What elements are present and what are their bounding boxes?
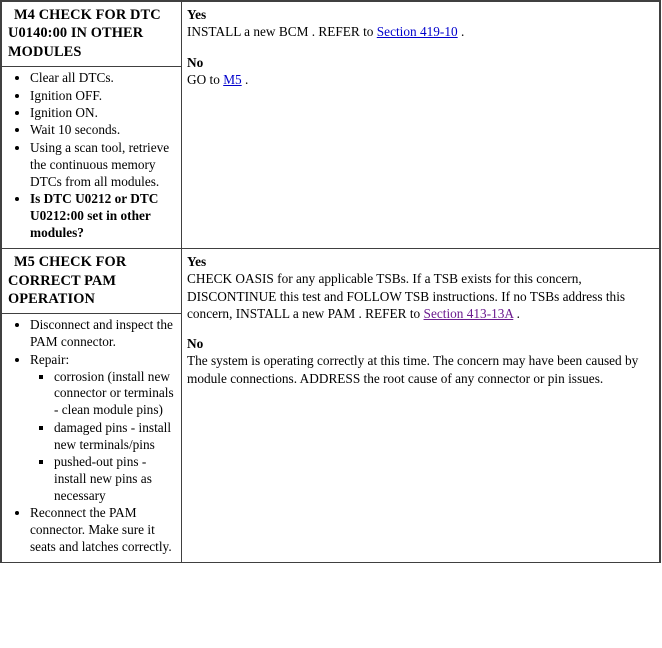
step-body-row: Clear all DTCs. Ignition OFF. Ignition O… [2,67,181,248]
sub-list-item: damaged pins - install new terminals/pin… [54,420,175,454]
step-instructions-m4: Clear all DTCs. Ignition OFF. Ignition O… [2,67,181,248]
list-item: Wait 10 seconds. [30,122,175,139]
step-header-row: M5 CHECK FOR CORRECT PAM OPERATION [2,249,181,315]
step-body-cell: Clear all DTCs. Ignition OFF. Ignition O… [2,67,181,248]
result-block-m4: Yes INSTALL a new BCM . REFER to Section… [182,2,659,94]
table-row: M4 CHECK FOR DTC U0140:00 IN OTHER MODUL… [0,0,661,250]
step-id-m4: M4 [14,7,35,23]
outcome-text-yes-after: . [457,24,465,40]
step-result-column-m4: Yes INSTALL a new BCM . REFER to Section… [181,0,661,250]
step-title-m4: M4 CHECK FOR DTC U0140:00 IN OTHER MODUL… [2,2,181,66]
outcome-text-yes-before: INSTALL a new BCM . REFER to [187,24,377,40]
step-header-cell: M5 CHECK FOR CORRECT PAM OPERATION [2,249,181,315]
list-item: Ignition OFF. [30,88,175,105]
outcome-label-no: No [187,54,204,70]
list-item: Using a scan tool, retrieve the continuo… [30,140,175,191]
outcome-text-yes: INSTALL a new BCM . REFER to Section 419… [187,23,654,40]
link-section-413-13a[interactable]: Section 413-13A [424,306,514,321]
step-id-m5: M5 [14,254,35,271]
list-item: Ignition ON. [30,105,175,122]
outcome-text-no: GO to M5 . [187,71,654,88]
step-instructions-m5: Disconnect and inspect the PAM connector… [2,314,181,562]
outcome-label-yes: Yes [187,254,207,270]
sub-instruction-list: corrosion (install new connector or term… [30,369,175,505]
table-row: M5 CHECK FOR CORRECT PAM OPERATION Disco… [0,248,661,564]
step-title-m5: M5 CHECK FOR CORRECT PAM OPERATION [2,249,181,313]
link-section-419-10[interactable]: Section 419-10 [377,24,458,39]
link-step-m5[interactable]: M5 [223,72,241,87]
step-result-column-m5: Yes CHECK OASIS for any applicable TSBs.… [181,248,661,564]
list-item: Clear all DTCs. [30,70,175,87]
list-item: Disconnect and inspect the PAM connector… [30,317,175,351]
sub-list-item: corrosion (install new connector or term… [54,369,175,420]
step-header-row: M4 CHECK FOR DTC U0140:00 IN OTHER MODUL… [2,2,181,68]
instruction-list: Disconnect and inspect the PAM connector… [4,317,175,555]
outcome-text-yes-before: CHECK OASIS for any applicable TSBs. If … [187,271,626,321]
result-block-m5: Yes CHECK OASIS for any applicable TSBs.… [182,249,659,393]
step-left-column: M4 CHECK FOR DTC U0140:00 IN OTHER MODUL… [0,0,182,249]
instruction-list: Clear all DTCs. Ignition OFF. Ignition O… [4,70,175,241]
list-item-question: Is DTC U0212 or DTC U0212:00 set in othe… [30,191,175,242]
diagnostic-procedure-table: M4 CHECK FOR DTC U0140:00 IN OTHER MODUL… [0,0,661,564]
step-body-row: Disconnect and inspect the PAM connector… [2,314,181,562]
list-item-label: Repair: [30,351,70,367]
outcome-text-yes-after: . [513,305,520,321]
outcome-label-yes: Yes [187,7,207,22]
sub-list-item: pushed-out pins - install new pins as ne… [54,454,175,505]
outcome-text-no-after: . [241,71,249,87]
step-body-cell: Disconnect and inspect the PAM connector… [2,314,181,562]
list-item: Reconnect the PAM connector. Make sure i… [30,505,175,556]
step-header-cell: M4 CHECK FOR DTC U0140:00 IN OTHER MODUL… [2,2,181,68]
document-page: M4 CHECK FOR DTC U0140:00 IN OTHER MODUL… [0,0,662,648]
outcome-label-no: No [187,336,204,352]
outcome-text-yes: CHECK OASIS for any applicable TSBs. If … [187,270,654,322]
step-left-column: M5 CHECK FOR CORRECT PAM OPERATION Disco… [0,248,182,564]
outcome-text-no: The system is operating correctly at thi… [187,353,639,386]
outcome-text-no-before: GO to [187,71,224,87]
list-item: Repair: corrosion (install new connector… [30,352,175,505]
